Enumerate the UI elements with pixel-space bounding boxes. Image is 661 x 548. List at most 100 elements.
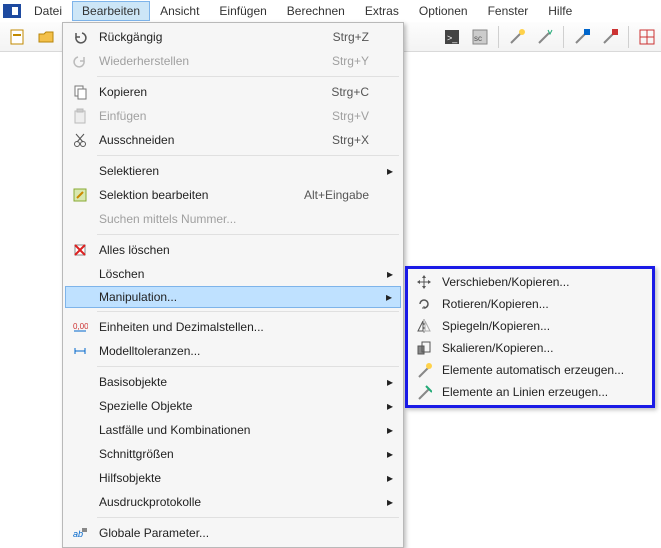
- redo-icon: [67, 49, 93, 73]
- menu-label: Modelltoleranzen...: [93, 344, 397, 358]
- submenu-label: Spiegeln/Kopieren...: [436, 319, 550, 333]
- menu-item-find-by-number[interactable]: Suchen mittels Nummer...: [65, 207, 401, 231]
- menu-ansicht[interactable]: Ansicht: [150, 1, 209, 21]
- menu-bearbeiten[interactable]: Bearbeiten: [72, 1, 150, 21]
- menu-shortcut: Strg+C: [331, 85, 397, 99]
- menu-item-units[interactable]: 0,00 Einheiten und Dezimalstellen...: [65, 315, 401, 339]
- menu-fenster[interactable]: Fenster: [478, 1, 539, 21]
- submenu-arrow-icon: ▸: [387, 164, 393, 178]
- menu-item-print-reports[interactable]: Ausdruckprotokolle ▸: [65, 490, 401, 514]
- toolbar-separator: [498, 26, 499, 48]
- submenu-arrow-icon: ▸: [387, 267, 393, 281]
- menu-separator: [97, 366, 399, 367]
- menu-item-paste[interactable]: Einfügen Strg+V: [65, 104, 401, 128]
- menu-item-global-params[interactable]: ab Globale Parameter...: [65, 521, 401, 545]
- menu-item-delete[interactable]: Löschen ▸: [65, 262, 401, 286]
- submenu-arrow-icon: ▸: [386, 290, 392, 304]
- menu-shortcut: Strg+Y: [332, 54, 397, 68]
- menu-item-copy[interactable]: Kopieren Strg+C: [65, 80, 401, 104]
- submenu-scale-copy[interactable]: Skalieren/Kopieren...: [410, 337, 650, 359]
- toolbar-script-icon[interactable]: >_: [439, 24, 465, 50]
- menu-label: Einheiten und Dezimalstellen...: [93, 320, 397, 334]
- undo-icon: [67, 25, 93, 49]
- svg-text:0,00: 0,00: [73, 322, 88, 331]
- menu-label: Globale Parameter...: [93, 526, 397, 540]
- toolbar-wand-2-icon[interactable]: [532, 24, 558, 50]
- menu-item-load-cases[interactable]: Lastfälle und Kombinationen ▸: [65, 418, 401, 442]
- menu-label: Wiederherstellen: [93, 54, 332, 68]
- menu-item-special-objects[interactable]: Spezielle Objekte ▸: [65, 394, 401, 418]
- params-icon: ab: [67, 521, 93, 545]
- menu-item-select[interactable]: Selektieren ▸: [65, 159, 401, 183]
- menu-label: Kopieren: [93, 85, 331, 99]
- menu-label: Einfügen: [93, 109, 332, 123]
- toolbar-grid-icon[interactable]: [634, 24, 660, 50]
- menu-label: Suchen mittels Nummer...: [93, 212, 397, 226]
- menu-label: Spezielle Objekte: [93, 399, 397, 413]
- scale-icon: [412, 337, 436, 359]
- submenu-label: Rotieren/Kopieren...: [436, 297, 549, 311]
- submenu-move-copy[interactable]: Verschieben/Kopieren...: [410, 271, 650, 293]
- menu-berechnen[interactable]: Berechnen: [277, 1, 355, 21]
- menu-separator: [97, 311, 399, 312]
- toolbar-wand-3-icon[interactable]: [569, 24, 595, 50]
- submenu-mirror-copy[interactable]: Spiegeln/Kopieren...: [410, 315, 650, 337]
- line-gen-icon: [412, 381, 436, 403]
- toolbar-wand-4-icon[interactable]: [597, 24, 623, 50]
- menu-einfuegen[interactable]: Einfügen: [209, 1, 276, 21]
- menu-label: Rückgängig: [93, 30, 333, 44]
- menu-separator: [97, 234, 399, 235]
- menu-datei[interactable]: Datei: [24, 1, 72, 21]
- paste-icon: [67, 104, 93, 128]
- menu-item-delete-all[interactable]: Alles löschen: [65, 238, 401, 262]
- menu-hilfe[interactable]: Hilfe: [538, 1, 582, 21]
- submenu-label: Elemente automatisch erzeugen...: [436, 363, 624, 377]
- submenu-label: Verschieben/Kopieren...: [436, 275, 569, 289]
- edit-selection-icon: [67, 183, 93, 207]
- menu-extras[interactable]: Extras: [355, 1, 409, 21]
- menu-label: Lastfälle und Kombinationen: [93, 423, 397, 437]
- menu-label: Hilfsobjekte: [93, 471, 397, 485]
- menu-item-undo[interactable]: Rückgängig Strg+Z: [65, 25, 401, 49]
- menu-label: Ausdruckprotokolle: [93, 495, 397, 509]
- menu-separator: [97, 517, 399, 518]
- auto-gen-icon: [412, 359, 436, 381]
- tolerance-icon: [67, 339, 93, 363]
- menu-optionen[interactable]: Optionen: [409, 1, 478, 21]
- submenu-rotate-copy[interactable]: Rotieren/Kopieren...: [410, 293, 650, 315]
- delete-all-icon: [67, 238, 93, 262]
- toolbar-wand-1-icon[interactable]: [504, 24, 530, 50]
- submenu-arrow-icon: ▸: [387, 375, 393, 389]
- menu-shortcut: Strg+Z: [333, 30, 397, 44]
- toolbar-open-icon[interactable]: [33, 24, 59, 50]
- toolbar-sc-icon[interactable]: sc: [467, 24, 493, 50]
- menu-label: Basisobjekte: [93, 375, 397, 389]
- toolbar-new-icon[interactable]: [5, 24, 31, 50]
- edit-menu-dropdown: Rückgängig Strg+Z Wiederherstellen Strg+…: [62, 22, 404, 548]
- menu-item-cut[interactable]: Ausschneiden Strg+X: [65, 128, 401, 152]
- submenu-arrow-icon: ▸: [387, 423, 393, 437]
- submenu-arrow-icon: ▸: [387, 495, 393, 509]
- move-icon: [412, 271, 436, 293]
- menu-separator: [97, 76, 399, 77]
- menu-item-tolerances[interactable]: Modelltoleranzen...: [65, 339, 401, 363]
- menubar: Datei Bearbeiten Ansicht Einfügen Berech…: [0, 0, 661, 22]
- svg-text:sc: sc: [474, 34, 482, 43]
- menu-item-section-forces[interactable]: Schnittgrößen ▸: [65, 442, 401, 466]
- submenu-arrow-icon: ▸: [387, 399, 393, 413]
- menu-label: Alles löschen: [93, 243, 397, 257]
- rotate-icon: [412, 293, 436, 315]
- menu-item-redo[interactable]: Wiederherstellen Strg+Y: [65, 49, 401, 73]
- submenu-label: Skalieren/Kopieren...: [436, 341, 553, 355]
- menu-item-aux-objects[interactable]: Hilfsobjekte ▸: [65, 466, 401, 490]
- menu-item-edit-selection[interactable]: Selektion bearbeiten Alt+Eingabe: [65, 183, 401, 207]
- submenu-line-generate[interactable]: Elemente an Linien erzeugen...: [410, 381, 650, 403]
- svg-text:>_: >_: [447, 33, 458, 43]
- submenu-label: Elemente an Linien erzeugen...: [436, 385, 608, 399]
- menu-item-basic-objects[interactable]: Basisobjekte ▸: [65, 370, 401, 394]
- submenu-auto-generate[interactable]: Elemente automatisch erzeugen...: [410, 359, 650, 381]
- submenu-arrow-icon: ▸: [387, 471, 393, 485]
- toolbar-separator: [628, 26, 629, 48]
- menu-item-manipulation[interactable]: Manipulation... ▸: [65, 286, 401, 308]
- menu-label: Schnittgrößen: [93, 447, 397, 461]
